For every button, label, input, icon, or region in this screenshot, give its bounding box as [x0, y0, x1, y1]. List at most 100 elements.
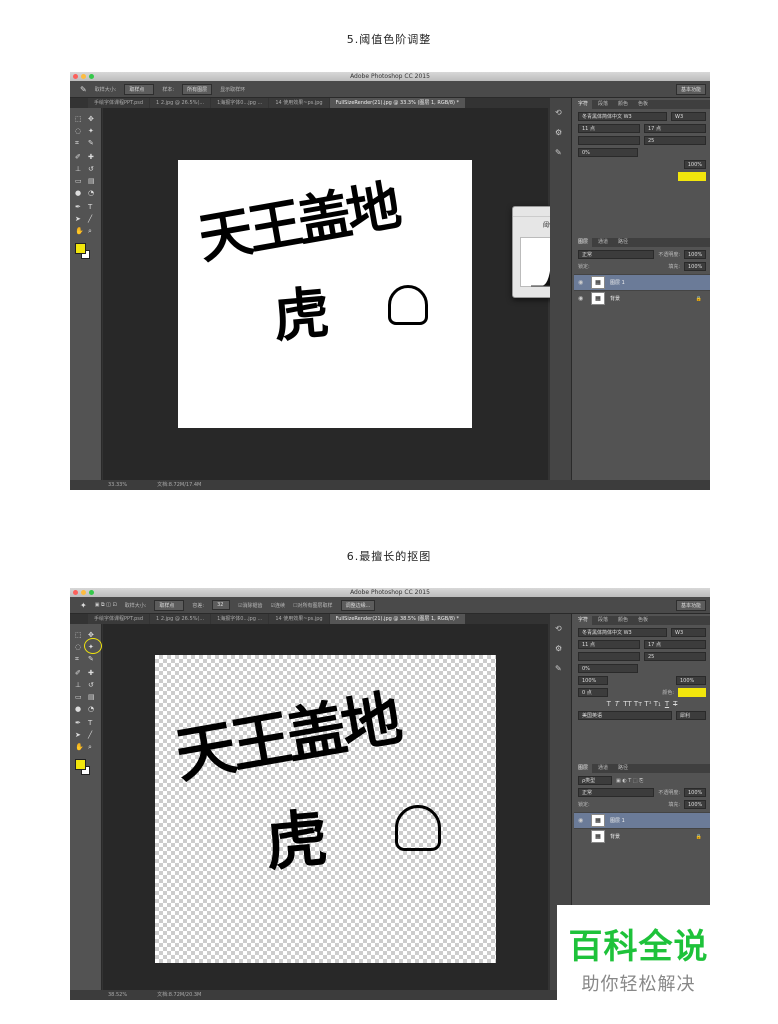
dodge-tool-icon[interactable]: ◔: [88, 706, 97, 713]
workspace-select[interactable]: 基本功能: [675, 599, 706, 611]
sample-select[interactable]: 所有图层: [182, 83, 213, 95]
hand-tool-icon[interactable]: ✋: [75, 228, 84, 235]
doc-tab-active[interactable]: FullSizeRender(21).jpg @ 33.3% (图层 1, RG…: [329, 98, 466, 108]
tab-character[interactable]: 字符: [574, 100, 593, 109]
layer-row[interactable]: ◉ ▦ 图层 1: [574, 274, 710, 290]
blur-tool-icon[interactable]: ●: [75, 706, 84, 713]
brush-presets-icon[interactable]: ✎: [555, 664, 567, 674]
antialias-select[interactable]: 犀利: [676, 711, 706, 720]
tab-swatches[interactable]: 色板: [634, 100, 652, 109]
canvas-area[interactable]: 天王盖地 虎: [103, 624, 548, 990]
history-icon[interactable]: ⟲: [555, 624, 567, 634]
eyedropper-tool-icon[interactable]: ✎: [88, 656, 97, 663]
all-layers-checkbox[interactable]: ☐对所有图层取样: [293, 602, 333, 609]
stamp-tool-icon[interactable]: ⊥: [75, 682, 84, 689]
tab-channels[interactable]: 通道: [594, 764, 612, 773]
tab-color[interactable]: 颜色: [614, 100, 632, 109]
tab-paths[interactable]: 路径: [614, 764, 632, 773]
minimize-button[interactable]: [81, 590, 86, 595]
path-select-icon[interactable]: ➤: [75, 216, 84, 223]
eraser-tool-icon[interactable]: ▭: [75, 178, 84, 185]
minimize-button[interactable]: [81, 74, 86, 79]
doc-tab-active[interactable]: FullSizeRender(21).jpg @ 38.5% (图层 1, RG…: [329, 614, 466, 624]
eye-icon[interactable]: ◉: [578, 295, 586, 302]
maximize-button[interactable]: [89, 74, 94, 79]
vscale-input[interactable]: 100%: [578, 676, 608, 685]
blend-mode-select[interactable]: 正常: [578, 250, 655, 259]
zoom-tool-icon[interactable]: ⌕: [88, 228, 97, 235]
hand-tool-icon[interactable]: ✋: [75, 744, 84, 751]
doc-tab[interactable]: 1 2.jpg @ 26.5%(...: [150, 98, 211, 108]
marquee-tool-icon[interactable]: ⬚: [75, 116, 84, 123]
eyedropper-icon[interactable]: ✎: [80, 85, 87, 94]
history-brush-icon[interactable]: ↺: [88, 166, 97, 173]
doc-tab[interactable]: 手绘字体课程PPT.psd: [88, 98, 150, 108]
font-style-select[interactable]: W3: [671, 112, 706, 121]
brush-presets-icon[interactable]: ✎: [555, 148, 567, 158]
baseline-input[interactable]: 0 点: [578, 688, 608, 697]
layer-row[interactable]: ◉ ▦ 背景 🔒: [574, 290, 710, 306]
doc-tab[interactable]: 1 2.jpg @ 26.5%(...: [150, 614, 211, 624]
tab-character[interactable]: 字符: [574, 616, 593, 625]
layer-row[interactable]: ◉ ▦ 图层 1: [574, 812, 710, 828]
eraser-tool-icon[interactable]: ▭: [75, 694, 84, 701]
font-family-select[interactable]: 冬青黑体简体中文 W3: [578, 112, 667, 121]
close-button[interactable]: [73, 74, 78, 79]
foreground-color-swatch[interactable]: [75, 243, 86, 254]
kerning-input[interactable]: [578, 652, 640, 661]
tsume-input[interactable]: 0%: [578, 664, 638, 673]
type-tool-icon[interactable]: T: [88, 204, 97, 211]
eye-icon[interactable]: ◉: [578, 817, 586, 824]
hscale-input[interactable]: 100%: [676, 676, 706, 685]
line-tool-icon[interactable]: ╱: [88, 216, 97, 223]
eye-icon[interactable]: ◉: [578, 279, 586, 286]
close-button[interactable]: [73, 590, 78, 595]
zoom-level[interactable]: 38.52%: [108, 990, 127, 1000]
canvas-area[interactable]: 天王盖地 虎 阈值 阈值色阶: 128 △ 确定 取消 ✓预览: [103, 108, 690, 480]
doc-tab[interactable]: 1海报字体0...jpg ...: [211, 98, 269, 108]
crop-tool-icon[interactable]: ⌗: [75, 140, 84, 147]
workspace-select[interactable]: 基本功能: [675, 83, 706, 95]
eyedropper-tool-icon[interactable]: ✎: [88, 140, 97, 147]
fill-input[interactable]: 100%: [684, 800, 706, 809]
heal-tool-icon[interactable]: ✚: [88, 154, 97, 161]
wand-tool-icon[interactable]: ✦: [88, 128, 97, 135]
font-family-select[interactable]: 冬青黑体简体中文 W3: [578, 628, 667, 637]
lasso-tool-icon[interactable]: ◌: [75, 644, 84, 651]
text-color-swatch[interactable]: [678, 172, 706, 181]
brush-tool-icon[interactable]: ✐: [75, 154, 84, 161]
pen-tool-icon[interactable]: ✒: [75, 204, 84, 211]
kerning-input[interactable]: [578, 136, 640, 145]
blur-tool-icon[interactable]: ●: [75, 190, 84, 197]
sample-size-select[interactable]: 取样点: [124, 83, 155, 95]
layer-kind-filter[interactable]: ρ类型: [578, 776, 612, 785]
text-color-swatch[interactable]: [678, 688, 706, 697]
gradient-tool-icon[interactable]: ▤: [88, 694, 97, 701]
pen-tool-icon[interactable]: ✒: [75, 720, 84, 727]
tracking-input[interactable]: 25: [644, 136, 706, 145]
blend-mode-select[interactable]: 正常: [578, 788, 655, 797]
zoom-tool-icon[interactable]: ⌕: [88, 744, 97, 751]
tab-paths[interactable]: 路径: [614, 238, 632, 247]
tolerance-input[interactable]: 32: [212, 600, 231, 610]
tab-paragraph[interactable]: 段落: [594, 100, 612, 109]
opacity-input[interactable]: 100%: [684, 250, 706, 259]
path-select-icon[interactable]: ➤: [75, 732, 84, 739]
font-size-input[interactable]: 11 点: [578, 640, 640, 649]
history-icon[interactable]: ⟲: [555, 108, 567, 118]
show-ring-checkbox[interactable]: 显示取样环: [220, 86, 245, 93]
layer-row[interactable]: ▦ 背景 🔒: [574, 828, 710, 844]
leading-input[interactable]: 17 点: [644, 124, 706, 133]
brush-tool-icon[interactable]: ✐: [75, 670, 84, 677]
filter-icons[interactable]: ▣ ◐ T ⬚ ⎘: [616, 778, 643, 784]
gradient-tool-icon[interactable]: ▤: [88, 178, 97, 185]
magic-wand-icon[interactable]: ✦: [80, 601, 87, 610]
history-brush-icon[interactable]: ↺: [88, 682, 97, 689]
contiguous-checkbox[interactable]: ☑连续: [271, 602, 286, 609]
tab-paragraph[interactable]: 段落: [594, 616, 612, 625]
type-tool-icon[interactable]: T: [88, 720, 97, 727]
foreground-color-swatch[interactable]: [75, 759, 86, 770]
hscale-input[interactable]: 100%: [683, 160, 706, 169]
crop-tool-icon[interactable]: ⌗: [75, 656, 84, 663]
heal-tool-icon[interactable]: ✚: [88, 670, 97, 677]
